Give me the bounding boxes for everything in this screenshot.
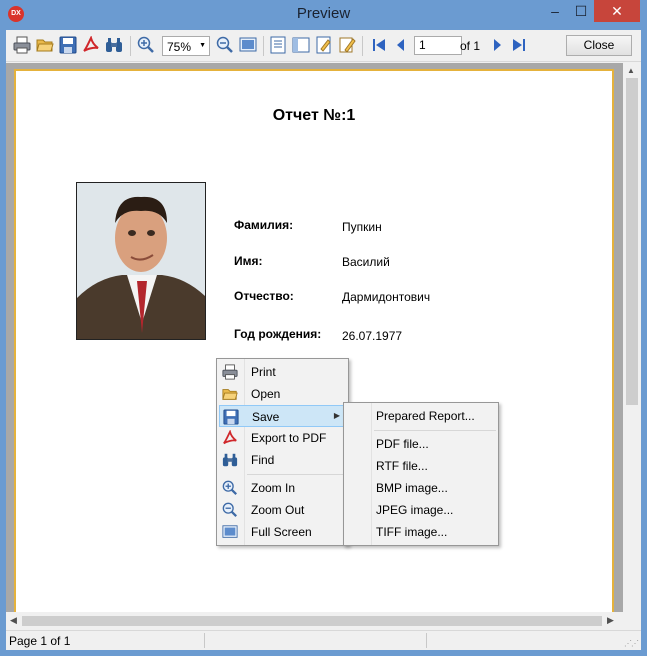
outline-icon[interactable] [269, 36, 287, 54]
submenu-item-rtf[interactable]: RTF file... [346, 455, 497, 477]
surname-value: Пупкин [342, 220, 382, 234]
export-pdf-icon [223, 430, 237, 445]
close-button[interactable]: Close [566, 35, 632, 56]
preview-viewport[interactable]: Отчет №:1 Фамилия: Пупкин Имя: Василий О… [6, 63, 641, 633]
menu-item-label: Full Screen [251, 525, 312, 539]
menu-item-label: Find [251, 453, 275, 467]
menu-item-zoom-out[interactable]: Zoom Out [219, 499, 347, 521]
menu-item-label: Zoom In [251, 481, 296, 495]
submenu-item-label: RTF file... [376, 459, 428, 473]
minimize-button[interactable]: – [542, 0, 568, 22]
scroll-left-icon[interactable]: ◀ [10, 615, 17, 626]
person-photo [76, 182, 206, 340]
find-binoculars-icon[interactable] [105, 36, 123, 54]
open-folder-icon[interactable] [36, 36, 54, 54]
birth-year-label: Год рождения: [234, 327, 322, 341]
name-label: Имя: [234, 254, 263, 268]
menu-item-label: Open [251, 387, 281, 401]
first-page-icon[interactable] [370, 36, 388, 54]
menu-separator [374, 430, 496, 431]
menu-item-zoom-in[interactable]: Zoom In [219, 477, 347, 499]
print-icon[interactable] [13, 36, 31, 54]
page-number-input[interactable]: 1 [414, 36, 462, 55]
report-title: Отчет №:1 [272, 107, 356, 124]
edit-page-icon[interactable] [315, 36, 333, 54]
patronymic-value: Дармидонтович [342, 290, 431, 304]
horizontal-scroll-thumb[interactable] [22, 616, 602, 626]
design-report-icon[interactable] [338, 36, 356, 54]
zoom-in-icon [222, 480, 238, 496]
vertical-scroll-thumb[interactable] [626, 78, 638, 405]
submenu-item-label: BMP image... [376, 481, 448, 495]
surname-label: Фамилия: [234, 218, 294, 232]
client-area: 75% ▼ 1 of 1 Close Отчет №:1 Фамилия: Пу… [6, 30, 641, 650]
print-icon [222, 364, 238, 380]
status-bar: Page 1 of 1 ⋰⋰ [6, 630, 641, 650]
menu-separator [247, 474, 347, 475]
submenu-item-tiff[interactable]: TIFF image... [346, 521, 497, 543]
save-icon[interactable] [59, 36, 77, 54]
zoom-out-icon[interactable] [216, 36, 234, 54]
toolbar: 75% ▼ 1 of 1 Close [6, 30, 641, 62]
submenu-item-prepared-report[interactable]: Prepared Report... [346, 405, 497, 427]
full-screen-icon [222, 525, 238, 538]
next-page-icon[interactable] [488, 36, 506, 54]
menu-item-save[interactable]: Save ▶ [219, 405, 347, 427]
menu-item-label: Save [252, 410, 280, 424]
save-icon [223, 409, 239, 425]
scroll-right-icon[interactable]: ▶ [607, 615, 614, 626]
previous-page-icon[interactable] [392, 36, 410, 54]
resize-grip-icon[interactable]: ⋰⋰ [624, 639, 639, 648]
zoom-in-icon[interactable] [137, 36, 155, 54]
submenu-item-label: JPEG image... [376, 503, 454, 517]
menu-item-find[interactable]: Find [219, 449, 347, 471]
zoom-value: 75% [167, 40, 192, 54]
submenu-item-bmp[interactable]: BMP image... [346, 477, 497, 499]
dropdown-arrow-icon: ▼ [199, 42, 206, 49]
submenu-item-label: TIFF image... [376, 525, 448, 539]
context-menu: Print Open Save ▶ Export to PDF Find Zoo… [216, 358, 349, 546]
open-folder-icon [222, 389, 238, 400]
menu-item-full-screen[interactable]: Full Screen [219, 521, 347, 543]
menu-item-print[interactable]: Print [219, 361, 347, 383]
preview-window: DX Preview – ☐ ✕ 75% ▼ 1 of 1 Close Отче… [0, 0, 647, 656]
birth-year-value: 26.07.1977 [342, 329, 403, 343]
patronymic-label: Отчество: [234, 289, 294, 303]
export-pdf-icon[interactable] [82, 36, 100, 54]
page-total-label: of 1 [460, 39, 481, 53]
name-value: Василий [342, 255, 390, 269]
menu-item-label: Print [251, 365, 276, 379]
scroll-up-icon[interactable]: ▲ [627, 66, 635, 75]
maximize-button[interactable]: ☐ [568, 0, 594, 22]
submenu-item-pdf[interactable]: PDF file... [346, 433, 497, 455]
submenu-arrow-icon: ▶ [333, 411, 340, 420]
menu-item-label: Zoom Out [251, 503, 305, 517]
page-setup-icon[interactable] [292, 36, 310, 54]
last-page-icon[interactable] [510, 36, 528, 54]
vertical-scrollbar[interactable]: ▲ ▼ [623, 63, 641, 643]
menu-item-open[interactable]: Open [219, 383, 347, 405]
close-window-button[interactable]: ✕ [594, 0, 640, 22]
submenu-item-jpeg[interactable]: JPEG image... [346, 499, 497, 521]
zoom-select[interactable]: 75% ▼ [162, 36, 210, 56]
menu-item-label: Export to PDF [251, 431, 327, 445]
submenu-item-label: Prepared Report... [376, 409, 475, 423]
full-screen-icon[interactable] [239, 36, 257, 54]
save-submenu: Prepared Report... PDF file... RTF file.… [343, 402, 499, 546]
person-photo-image [77, 183, 205, 339]
horizontal-scrollbar[interactable]: ◀ ▶ [6, 612, 623, 630]
status-page-text: Page 1 of 1 [9, 634, 71, 648]
zoom-out-icon [222, 502, 238, 518]
find-binoculars-icon [222, 453, 238, 467]
menu-item-export-pdf[interactable]: Export to PDF [219, 427, 347, 449]
submenu-item-label: PDF file... [376, 437, 429, 451]
title-bar[interactable]: DX Preview – ☐ ✕ [0, 0, 647, 30]
